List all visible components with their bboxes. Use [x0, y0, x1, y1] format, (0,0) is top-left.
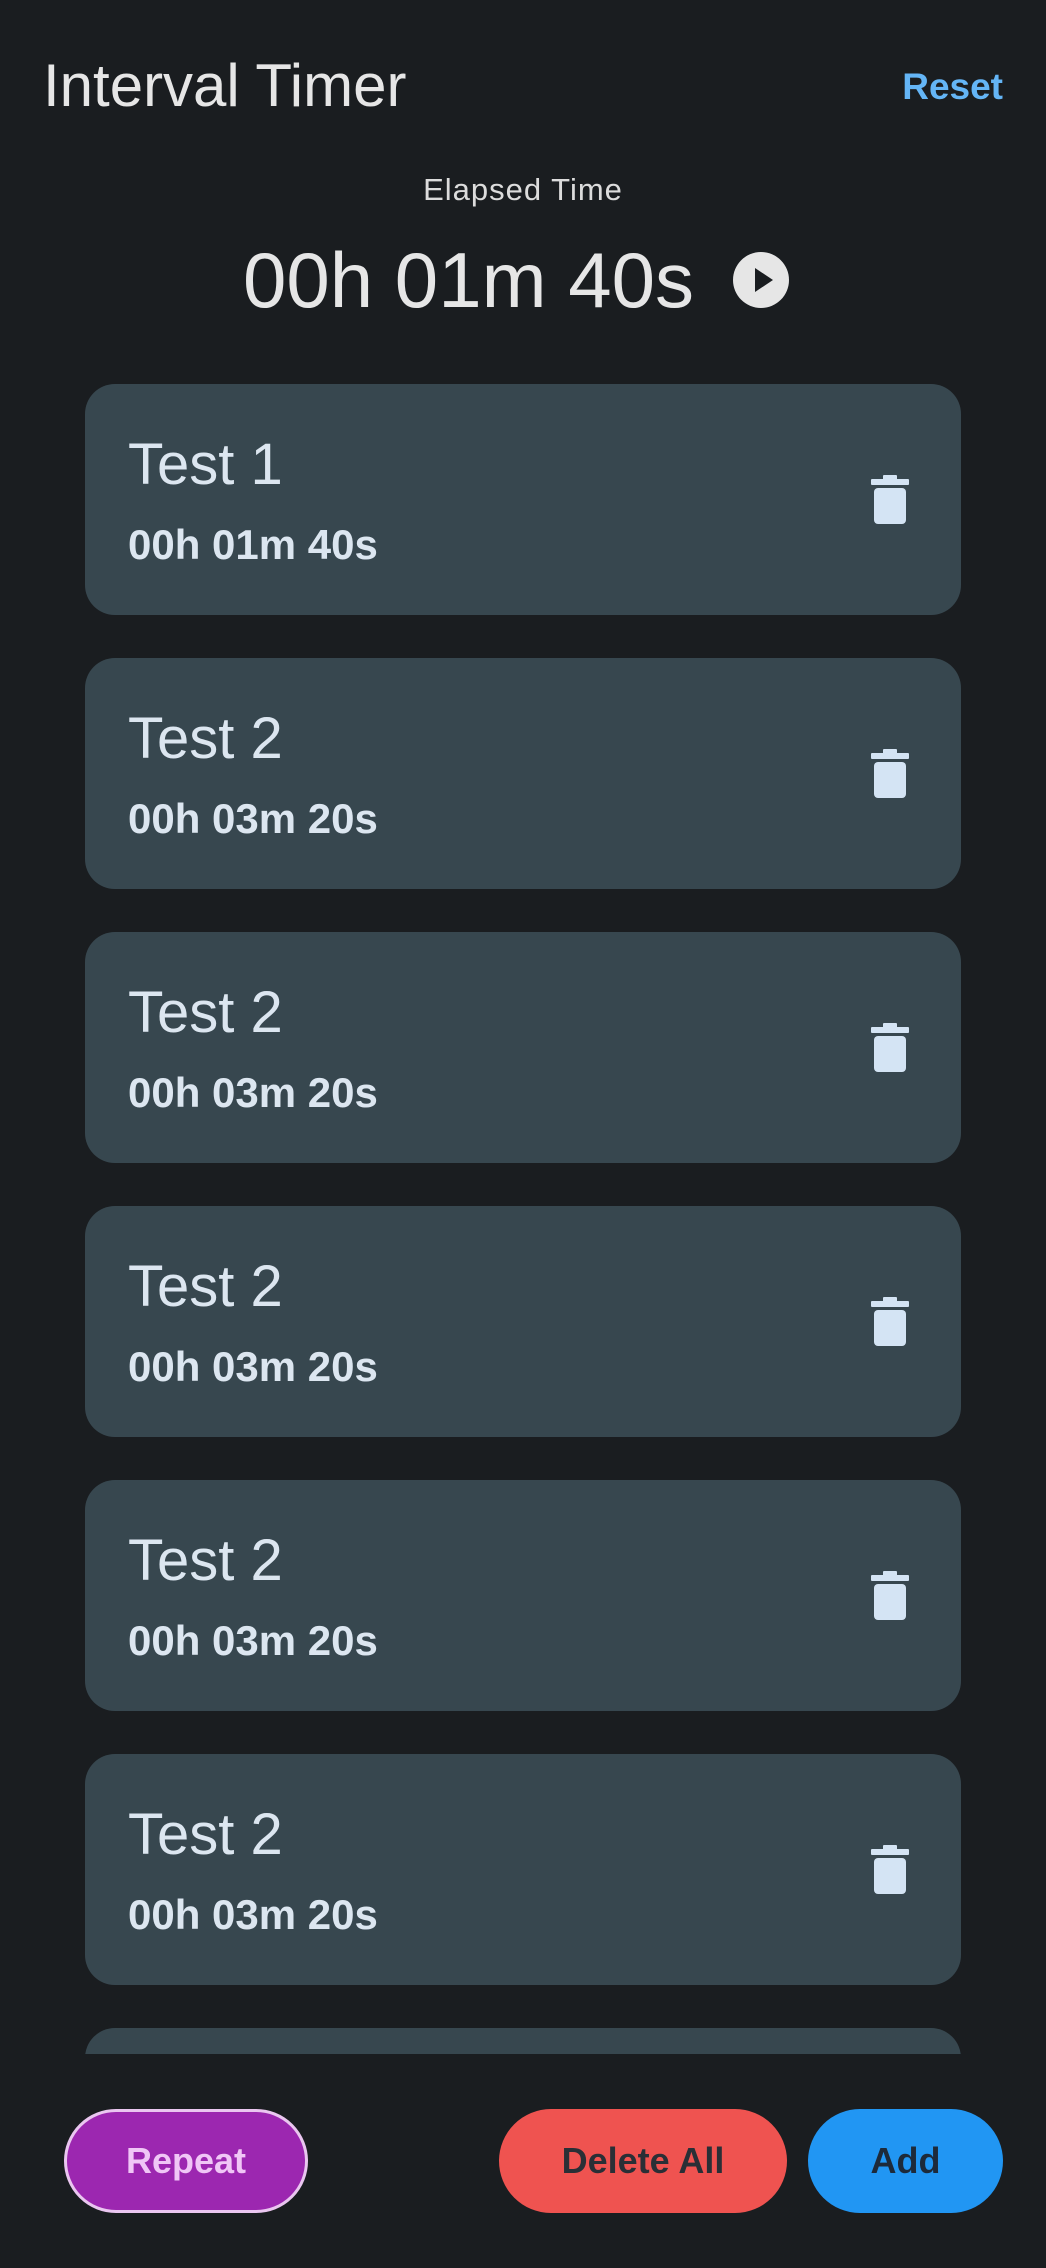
interval-card[interactable]: Test 2 00h 03m 20s	[85, 658, 961, 889]
trash-icon	[871, 1023, 909, 1072]
interval-card[interactable]	[85, 2028, 961, 2054]
delete-interval-button[interactable]	[861, 1294, 919, 1352]
play-button[interactable]	[733, 252, 789, 308]
interval-duration: 00h 01m 40s	[128, 521, 378, 568]
delete-interval-button[interactable]	[861, 472, 919, 530]
interval-duration: 00h 03m 20s	[128, 1891, 378, 1938]
app-header: Interval Timer Reset	[0, 0, 1046, 170]
app-screen: Interval Timer Reset Elapsed Time 00h 01…	[0, 0, 1046, 2268]
delete-interval-button[interactable]	[861, 746, 919, 804]
delete-interval-button[interactable]	[861, 1842, 919, 1900]
reset-button[interactable]: Reset	[902, 60, 1003, 114]
trash-icon	[871, 749, 909, 798]
trash-icon	[871, 1571, 909, 1620]
interval-card[interactable]: Test 2 00h 03m 20s	[85, 1480, 961, 1711]
app-title: Interval Timer	[43, 52, 407, 119]
interval-name: Test 2	[128, 1528, 283, 1593]
trash-icon	[871, 475, 909, 524]
bottom-action-bar: Repeat Delete All Add	[0, 2054, 1046, 2268]
elapsed-time-row: 00h 01m 40s	[0, 230, 1046, 330]
interval-card[interactable]: Test 2 00h 03m 20s	[85, 1754, 961, 1985]
interval-card[interactable]: Test 2 00h 03m 20s	[85, 1206, 961, 1437]
play-icon	[755, 268, 773, 292]
repeat-button[interactable]: Repeat	[64, 2109, 308, 2213]
interval-duration: 00h 03m 20s	[128, 795, 378, 842]
interval-name: Test 2	[128, 706, 283, 771]
interval-card[interactable]: Test 2 00h 03m 20s	[85, 932, 961, 1163]
trash-icon	[871, 1845, 909, 1894]
interval-duration: 00h 03m 20s	[128, 1617, 378, 1664]
interval-name: Test 2	[128, 1254, 283, 1319]
interval-list[interactable]: Test 1 00h 01m 40s Test 2 00h 03m 20s Te…	[85, 384, 961, 2054]
interval-name: Test 2	[128, 1802, 283, 1867]
add-button[interactable]: Add	[808, 2109, 1003, 2213]
delete-interval-button[interactable]	[861, 1020, 919, 1078]
delete-all-button[interactable]: Delete All	[499, 2109, 787, 2213]
interval-name: Test 2	[128, 980, 283, 1045]
delete-interval-button[interactable]	[861, 1568, 919, 1626]
interval-card[interactable]: Test 1 00h 01m 40s	[85, 384, 961, 615]
trash-icon	[871, 1297, 909, 1346]
interval-duration: 00h 03m 20s	[128, 1069, 378, 1116]
interval-name: Test 1	[128, 432, 283, 497]
elapsed-time-label: Elapsed Time	[423, 172, 623, 207]
elapsed-time-value: 00h 01m 40s	[243, 236, 694, 324]
interval-duration: 00h 03m 20s	[128, 1343, 378, 1390]
